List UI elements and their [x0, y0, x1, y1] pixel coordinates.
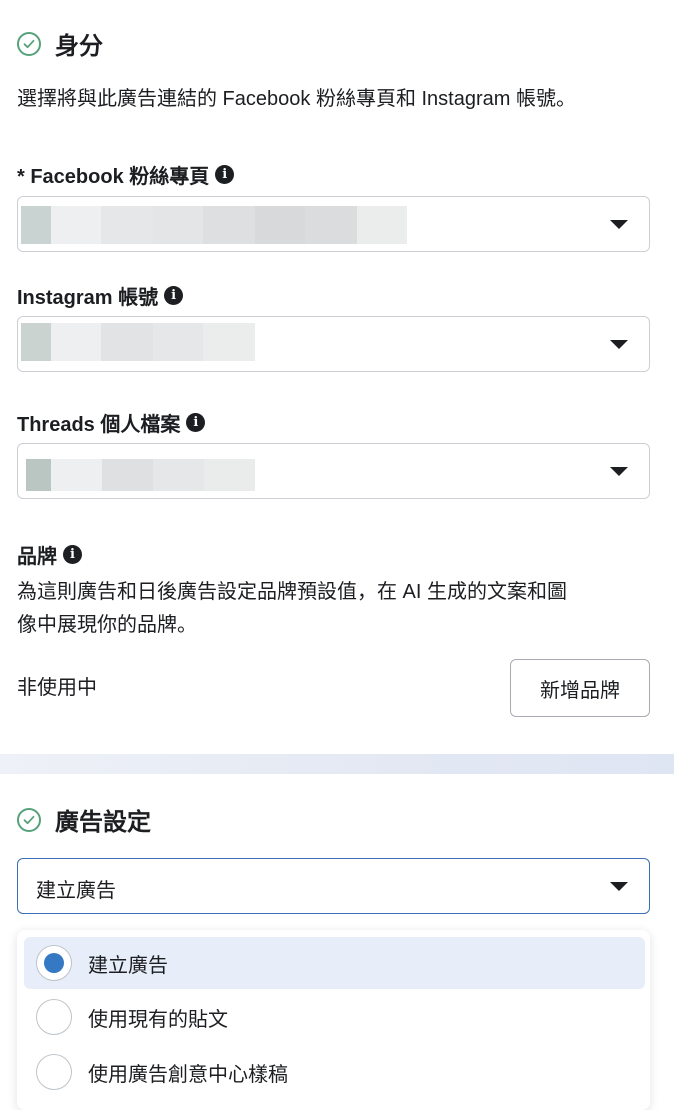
radio-unselected[interactable] — [36, 1054, 72, 1090]
radio-dot — [44, 953, 64, 973]
option-label: 使用現有的貼文 — [88, 1008, 228, 1031]
add-brand-button[interactable]: 新增品牌 — [510, 659, 650, 717]
threads-profile-select[interactable] — [17, 443, 650, 499]
radio-selected[interactable] — [36, 945, 72, 981]
option-create-ad[interactable]: 建立廣告 — [24, 937, 645, 989]
instagram-account-label-text: Instagram 帳號 — [17, 287, 159, 309]
threads-profile-label: Threads 個人檔案 i — [17, 408, 206, 437]
brand-description-line1: 為這則廣告和日後廣告設定品牌預設值，在 AI 生成的文案和圖 — [17, 581, 568, 603]
info-icon[interactable]: i — [63, 545, 82, 564]
caret-down-icon — [610, 220, 628, 229]
identity-title: 身分 — [55, 33, 103, 60]
ad-setup-selected-value: 建立廣告 — [36, 880, 116, 902]
caret-down-icon — [610, 340, 628, 349]
instagram-account-select[interactable] — [17, 316, 650, 372]
instagram-account-label: Instagram 帳號 i — [17, 281, 184, 310]
option-use-creative-hub-mockup[interactable]: 使用廣告創意中心樣稿 — [24, 1046, 645, 1098]
section-divider — [0, 754, 674, 774]
redacted-profile-name — [26, 459, 255, 491]
ad-setup-title: 廣告設定 — [55, 809, 151, 836]
caret-down-icon — [610, 467, 628, 476]
facebook-page-label-text: * Facebook 粉絲專頁 — [17, 166, 210, 188]
identity-description: 選擇將與此廣告連結的 Facebook 粉絲專頁和 Instagram 帳號。 — [17, 88, 576, 110]
threads-profile-label-text: Threads 個人檔案 — [17, 414, 181, 436]
info-icon[interactable]: i — [215, 165, 235, 184]
brand-label-text: 品牌 — [17, 546, 57, 568]
identity-section-header: 身分 — [17, 26, 103, 61]
ad-setup-section-header: 廣告設定 — [17, 802, 151, 837]
option-label: 使用廣告創意中心樣稿 — [88, 1063, 288, 1086]
check-circle-icon — [17, 807, 41, 832]
ad-setup-select[interactable]: 建立廣告 — [17, 858, 650, 914]
redacted-account-name — [21, 323, 255, 361]
radio-unselected[interactable] — [36, 999, 72, 1035]
redacted-page-name — [21, 206, 407, 244]
option-label: 建立廣告 — [88, 954, 168, 977]
facebook-page-label: * Facebook 粉絲專頁 i — [17, 160, 235, 189]
facebook-page-select[interactable] — [17, 196, 650, 252]
check-circle-icon — [17, 31, 41, 56]
caret-down-icon — [610, 882, 628, 891]
brand-description-line2: 像中展現你的品牌。 — [17, 614, 197, 636]
option-use-existing-post[interactable]: 使用現有的貼文 — [24, 991, 645, 1043]
brand-label: 品牌 i — [17, 540, 82, 569]
ad-setup-dropdown-menu: 建立廣告 使用現有的貼文 使用廣告創意中心樣稿 — [17, 930, 650, 1110]
brand-status: 非使用中 — [17, 677, 97, 699]
info-icon[interactable]: i — [164, 286, 184, 305]
info-icon[interactable]: i — [186, 413, 206, 432]
